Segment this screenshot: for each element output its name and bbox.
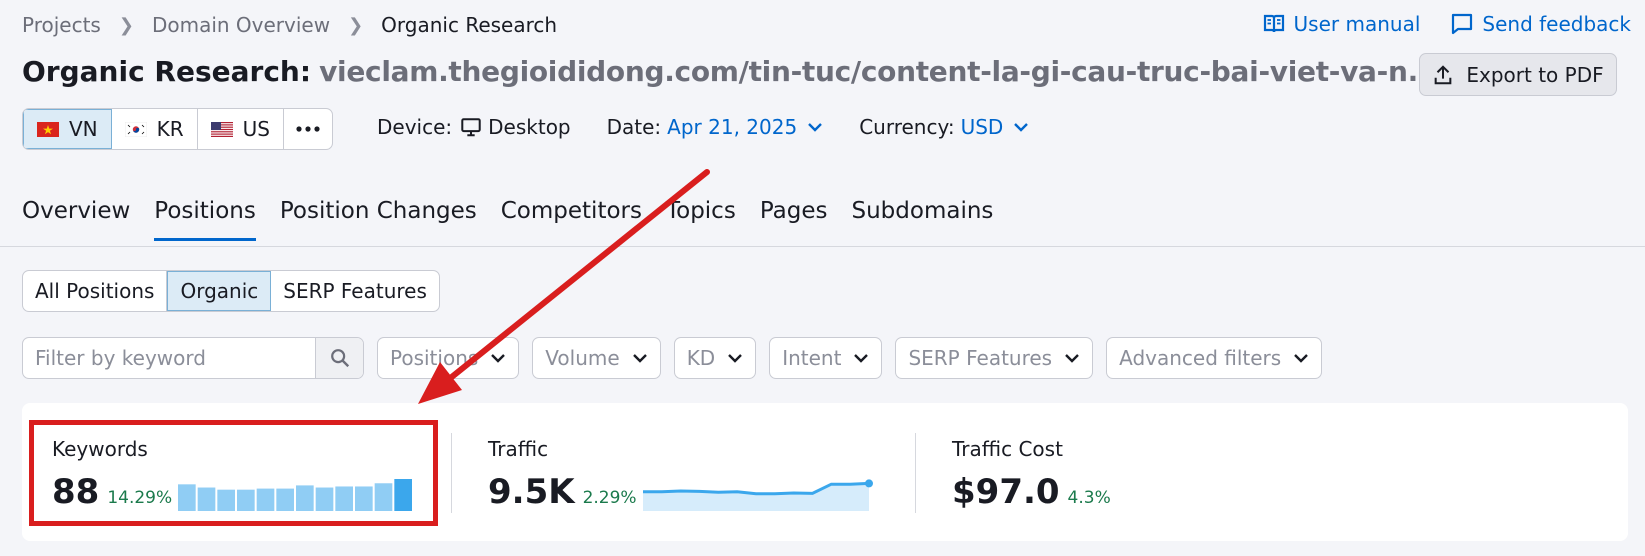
traffic-cost-value: $97.0 [952, 472, 1060, 512]
chevron-right-icon: ❯ [118, 14, 134, 36]
us-flag-icon [210, 121, 233, 137]
chevron-down-icon [728, 354, 743, 363]
tab-overview[interactable]: Overview [22, 198, 130, 241]
date-label: Date: [606, 115, 662, 139]
tab-pages[interactable]: Pages [760, 198, 828, 241]
device-setting[interactable]: Device: Desktop [377, 115, 571, 139]
traffic-sparkline [642, 479, 873, 511]
dropdown-label: Advanced filters [1119, 346, 1282, 370]
tab-position-changes[interactable]: Position Changes [280, 198, 477, 241]
summary-panel: Keywords 88 14.29% Traffic 9.5K 2.29% Tr… [22, 403, 1628, 541]
search-icon [330, 349, 349, 368]
vietnam-flag-icon [37, 121, 59, 137]
segment-serp-features[interactable]: SERP Features [271, 271, 439, 311]
traffic-value: 9.5K [488, 472, 575, 512]
database-kr[interactable]: KR [112, 109, 198, 149]
chat-bubble-icon [1452, 13, 1473, 35]
more-databases-button[interactable] [284, 109, 332, 149]
segment-organic[interactable]: Organic [167, 271, 272, 311]
dropdown-label: Intent [782, 346, 842, 370]
keyword-filter-input[interactable] [23, 338, 315, 378]
database-us[interactable]: US [198, 109, 285, 149]
date-value: Apr 21, 2025 [667, 115, 798, 139]
database-label: US [242, 117, 271, 141]
breadcrumb-current: Organic Research [381, 13, 558, 37]
breadcrumb: Projects ❯ Domain Overview ❯ Organic Res… [22, 13, 557, 37]
positions-filter-dropdown[interactable]: Positions [377, 337, 520, 379]
keywords-highlight-box [29, 420, 438, 526]
database-selector: VN KR US [22, 108, 334, 150]
chevron-down-icon [1065, 354, 1079, 363]
traffic-change: 2.29% [582, 488, 637, 508]
traffic-cost-metric[interactable]: Traffic Cost $97.0 4.3% [952, 437, 1111, 511]
user-manual-label: User manual [1293, 12, 1421, 36]
serp-features-filter-dropdown[interactable]: SERP Features [895, 337, 1094, 379]
metric-divider [915, 433, 916, 513]
more-dots-icon [296, 126, 320, 132]
tab-positions[interactable]: Positions [154, 198, 256, 241]
tab-subdomains[interactable]: Subdomains [852, 198, 994, 241]
report-tabs: Overview Positions Position Changes Comp… [22, 198, 993, 241]
korea-flag-icon [124, 121, 147, 137]
chevron-right-icon: ❯ [348, 14, 364, 36]
traffic-last-point [864, 479, 873, 488]
currency-dropdown[interactable]: USD [961, 115, 1030, 139]
currency-label: Currency: [859, 115, 955, 139]
chevron-down-icon [1294, 354, 1309, 363]
upload-icon [1435, 64, 1452, 84]
traffic-metric[interactable]: Traffic 9.5K 2.29% [488, 437, 877, 511]
chevron-down-icon [1014, 123, 1029, 132]
currency-setting: Currency: USD [859, 115, 1029, 139]
dropdown-label: Volume [545, 346, 620, 370]
chevron-down-icon [491, 354, 506, 363]
breadcrumb-projects[interactable]: Projects [22, 13, 101, 37]
segment-all-positions[interactable]: All Positions [23, 271, 168, 311]
desktop-icon [461, 118, 481, 137]
dropdown-label: SERP Features [908, 346, 1053, 370]
position-type-selector: All Positions Organic SERP Features [22, 270, 440, 312]
user-manual-link[interactable]: User manual [1262, 12, 1421, 36]
send-feedback-link[interactable]: Send feedback [1450, 12, 1631, 36]
send-feedback-label: Send feedback [1482, 12, 1631, 36]
currency-value: USD [960, 115, 1004, 139]
traffic-area [642, 483, 869, 511]
date-dropdown[interactable]: Apr 21, 2025 [667, 115, 823, 139]
chevron-down-icon [632, 354, 647, 363]
chevron-down-icon [808, 123, 823, 132]
filters-bar: Positions Volume KD Intent SERP Features… [22, 337, 1323, 379]
database-label: KR [156, 117, 184, 141]
kd-filter-dropdown[interactable]: KD [673, 337, 757, 379]
report-settings: Device: Desktop Date: Apr 21, 2025 Curre… [377, 115, 1065, 139]
tab-competitors[interactable]: Competitors [501, 198, 642, 241]
export-pdf-button[interactable]: Export to PDF [1419, 53, 1617, 96]
page-title: Organic Research: vieclam.thegioididong.… [22, 55, 1473, 88]
page-title-domain[interactable]: vieclam.thegioididong.com/tin-tuc/conten… [319, 55, 1439, 88]
metric-divider [451, 433, 452, 513]
date-setting: Date: Apr 21, 2025 [607, 115, 824, 139]
export-pdf-label: Export to PDF [1466, 62, 1604, 87]
tab-topics[interactable]: Topics [666, 198, 736, 241]
page-title-label: Organic Research: [22, 55, 312, 88]
database-vn[interactable]: VN [23, 109, 112, 149]
traffic-cost-label: Traffic Cost [952, 437, 1063, 461]
breadcrumb-domain-overview[interactable]: Domain Overview [152, 13, 330, 37]
database-label: VN [69, 117, 98, 141]
advanced-filters-dropdown[interactable]: Advanced filters [1106, 337, 1323, 379]
device-value: Desktop [488, 115, 571, 139]
keyword-filter [22, 337, 364, 379]
tabs-divider [0, 246, 1645, 247]
top-links: User manual Send feedback [1262, 12, 1631, 36]
book-icon [1263, 14, 1284, 33]
traffic-cost-change: 4.3% [1067, 488, 1111, 508]
chevron-down-icon [854, 354, 869, 363]
traffic-label: Traffic [488, 437, 549, 461]
dropdown-label: KD [686, 346, 716, 370]
search-button[interactable] [315, 338, 363, 378]
intent-filter-dropdown[interactable]: Intent [769, 337, 883, 379]
dropdown-label: Positions [390, 346, 479, 370]
device-label: Device: [377, 115, 453, 139]
volume-filter-dropdown[interactable]: Volume [532, 337, 661, 379]
